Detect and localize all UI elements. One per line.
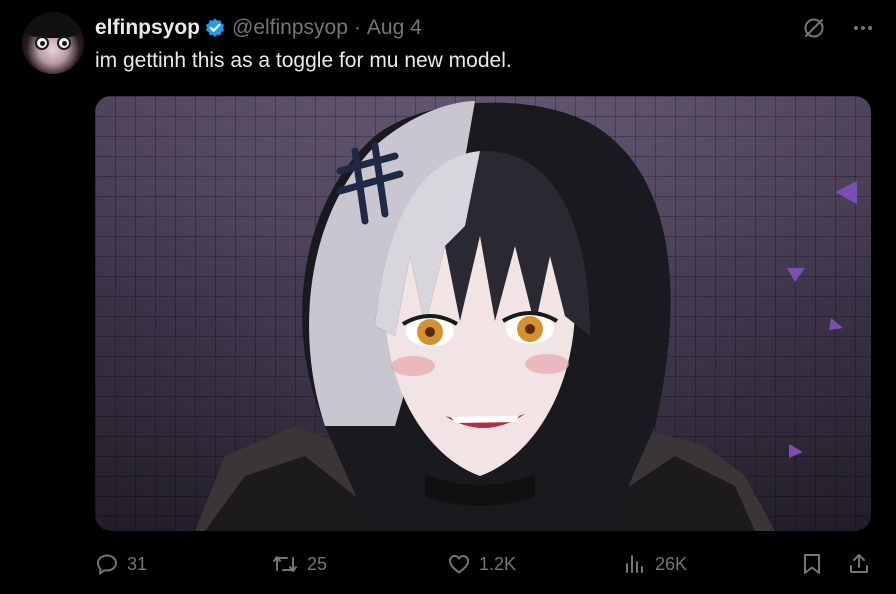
tweet-top-actions	[802, 16, 874, 40]
avatar[interactable]	[22, 12, 84, 74]
grok-icon[interactable]	[802, 16, 826, 40]
tweet-action-bar: 31 25 1.2K 26K	[95, 552, 871, 580]
handle[interactable]: @elfinpsyop	[232, 16, 348, 40]
like-button[interactable]: 1.2K	[447, 552, 516, 576]
tweet-header: elfinpsyop @elfinpsyop · Aug 4	[95, 15, 422, 41]
like-icon	[447, 552, 471, 576]
bookmark-icon	[801, 552, 823, 576]
views-button[interactable]: 26K	[623, 552, 687, 576]
tweet-media-image[interactable]	[95, 96, 871, 531]
more-icon[interactable]	[852, 17, 874, 39]
reply-button[interactable]: 31	[95, 552, 147, 576]
display-name[interactable]: elfinpsyop	[95, 16, 200, 40]
reply-icon	[95, 552, 119, 576]
reply-count: 31	[127, 553, 148, 574]
avatar-eye-left	[35, 36, 49, 50]
bookmark-button[interactable]	[801, 552, 823, 576]
separator-dot: ·	[353, 16, 361, 39]
views-icon	[623, 552, 647, 576]
verified-badge-icon	[204, 17, 226, 39]
anime-character-illustration	[195, 101, 857, 531]
tweet-date[interactable]: Aug 4	[367, 16, 422, 40]
share-button[interactable]	[847, 552, 871, 576]
tweet-text: im gettinh this as a toggle for mu new m…	[95, 49, 512, 72]
share-icon	[847, 552, 871, 576]
like-count: 1.2K	[479, 553, 517, 574]
repost-icon	[271, 552, 299, 576]
avatar-eye-right	[57, 36, 71, 50]
views-count: 26K	[655, 553, 688, 574]
repost-count: 25	[307, 553, 328, 574]
avatar-hair	[22, 12, 84, 38]
repost-button[interactable]: 25	[271, 552, 327, 576]
